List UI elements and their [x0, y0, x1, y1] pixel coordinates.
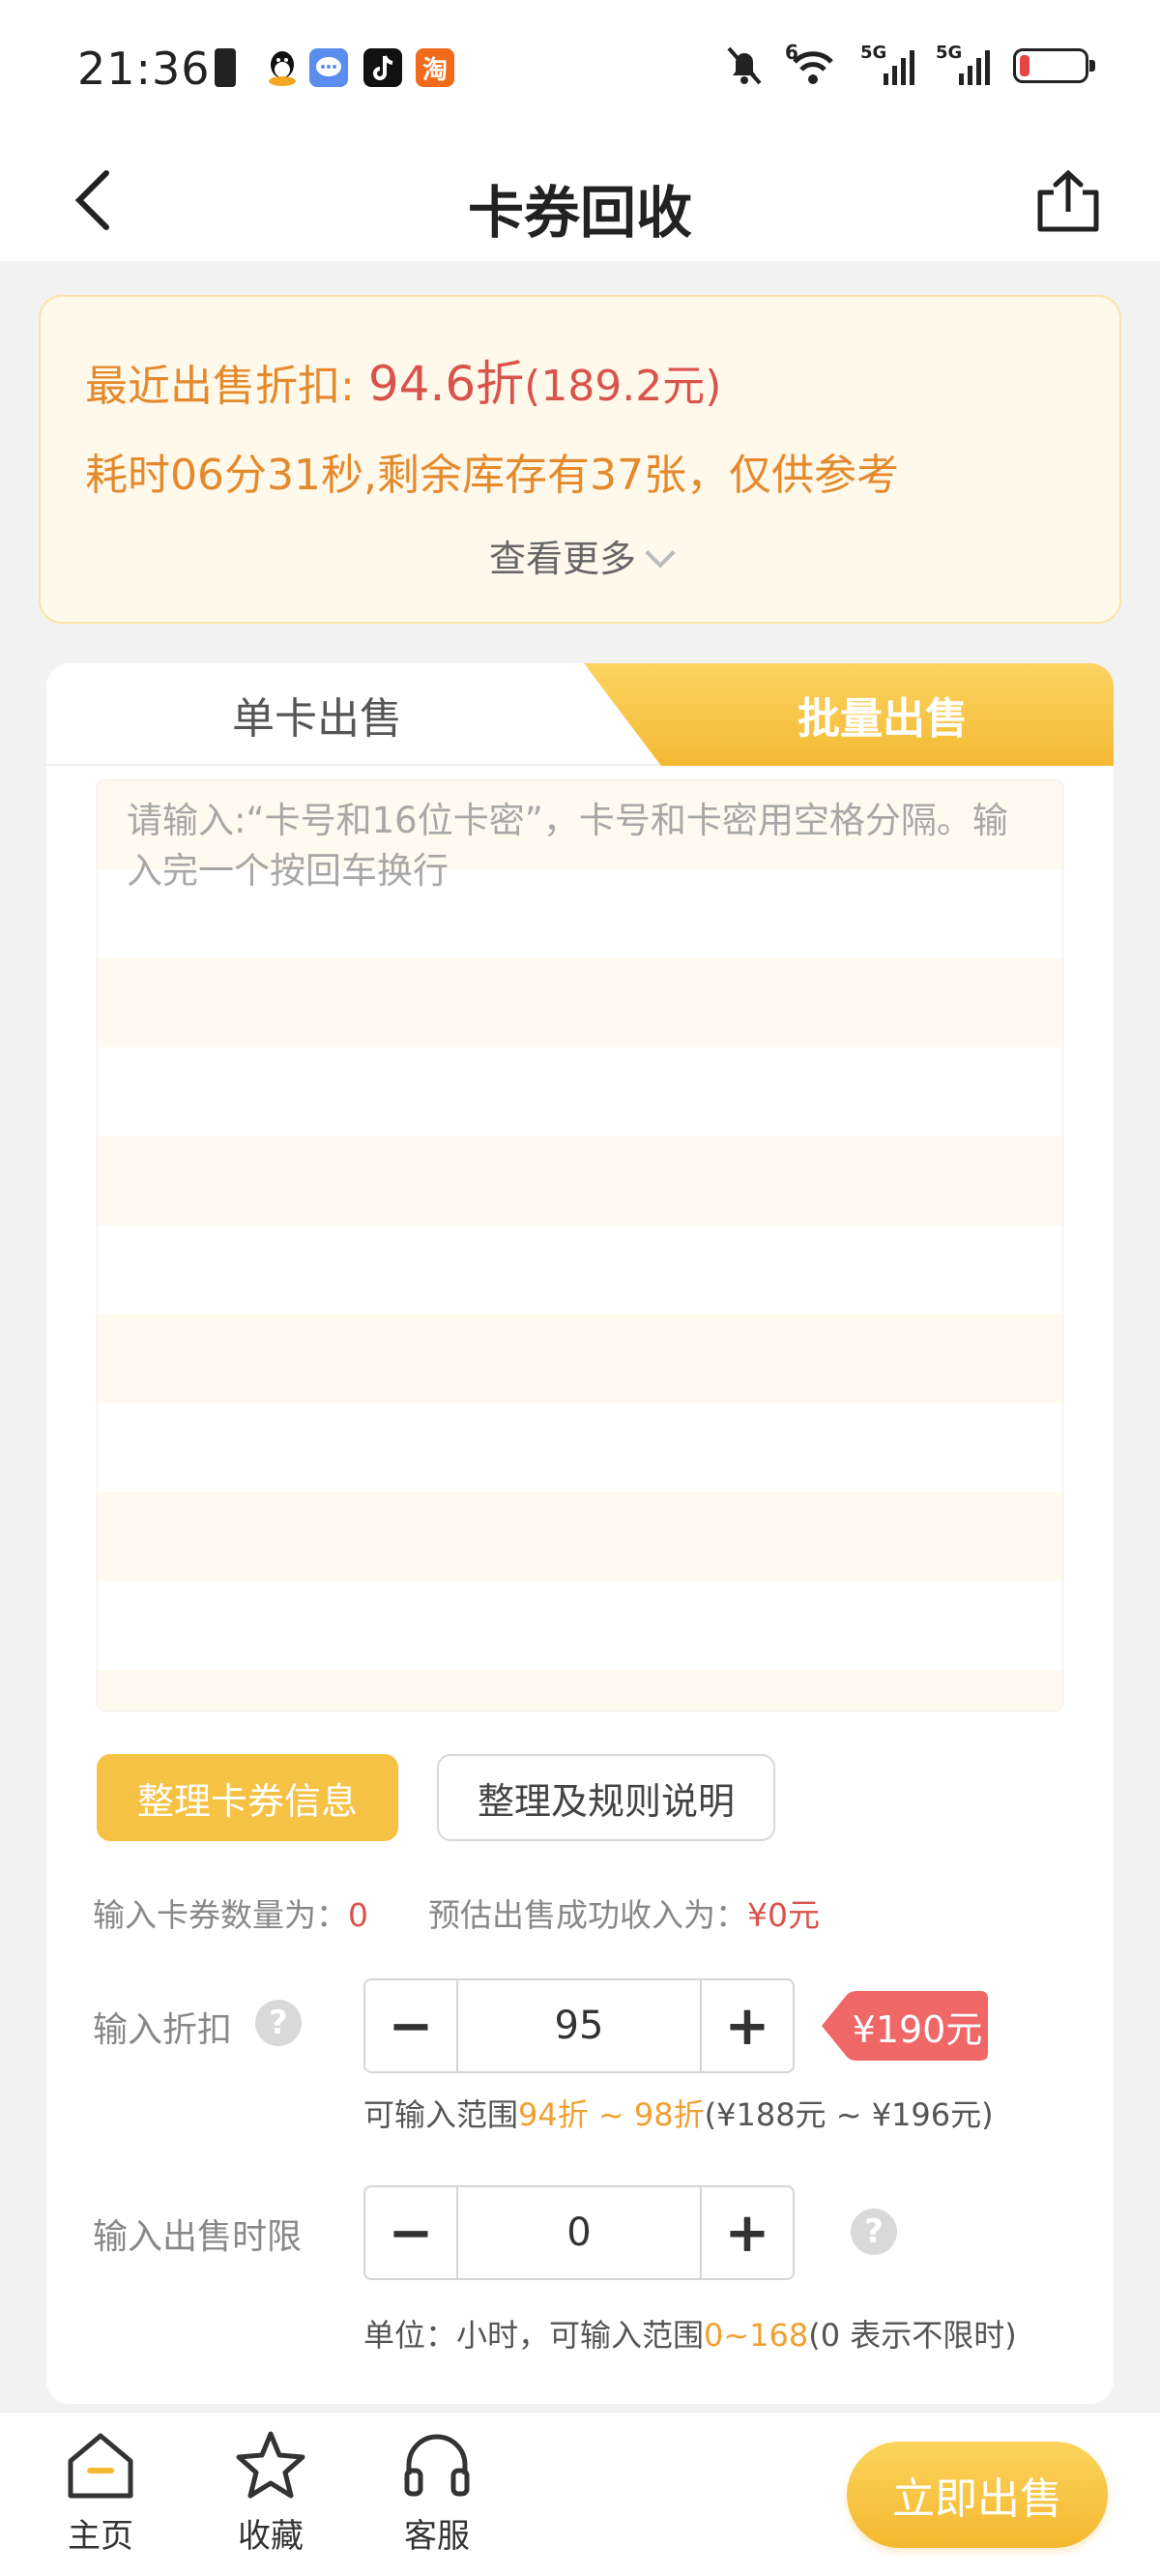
- discount-hint-suffix: (¥188元 ~ ¥196元): [704, 2096, 994, 2133]
- income-label: 预估出售成功收入为：: [428, 1896, 747, 1934]
- sell-form-card: 单卡出售 批量出售 整理卡券信息 整理及规则说明 输入卡券数量为：0预估出售成功…: [46, 663, 1114, 2404]
- time-limit-stepper: − 0 +: [363, 2185, 795, 2280]
- price-value: ¥190元: [852, 2007, 983, 2051]
- income-value: ¥0元: [747, 1896, 820, 1934]
- sell-mode-tabs: 单卡出售 批量出售: [46, 663, 1114, 766]
- recent-discount-label: 最近出售折扣:: [85, 362, 355, 411]
- status-time: 21:36: [77, 43, 211, 95]
- page-title: 卡券回收: [467, 180, 692, 246]
- nav-label-favorites: 收藏: [238, 2517, 304, 2556]
- discount-hint: 可输入范围94折 ~ 98折(¥188元 ~ ¥196元): [363, 2091, 994, 2135]
- discount-plus-button[interactable]: +: [700, 1980, 793, 2071]
- time-limit-minus-button[interactable]: −: [365, 2187, 458, 2278]
- tab-batch-sale[interactable]: 批量出售: [584, 663, 1114, 766]
- signal-icon: 5G: [860, 43, 916, 85]
- discount-stepper: − 95 +: [363, 1978, 795, 2073]
- battery-icon: [1013, 48, 1095, 83]
- status-bar: 21:36 淘 6 5G 5G: [0, 0, 1160, 140]
- sell-now-button[interactable]: 立即出售: [847, 2442, 1108, 2548]
- question-icon[interactable]: ?: [255, 2000, 302, 2046]
- recent-discount-amount: (189.2元): [524, 362, 722, 411]
- count-value: 0: [348, 1896, 368, 1934]
- chevron-down-icon: [645, 538, 676, 569]
- time-limit-plus-button[interactable]: +: [700, 2187, 793, 2278]
- headset-icon: [404, 2434, 470, 2497]
- batch-summary: 输入卡券数量为：0 预估出售成功收入为：¥0元: [93, 1889, 820, 1936]
- discount-hint-prefix: 可输入范围: [363, 2096, 519, 2133]
- nav-item-service[interactable]: 客服: [379, 2428, 495, 2573]
- tab-single-sale[interactable]: 单卡出售: [46, 663, 588, 766]
- signal-icon: 5G: [936, 43, 992, 85]
- bottom-nav: 主页 收藏 客服 立即出售: [0, 2412, 1160, 2576]
- time-limit-hint: 单位：小时，可输入范围0~168(0 表示不限时): [363, 2311, 1017, 2356]
- mute-bell-icon: [727, 46, 762, 85]
- message-icon: [309, 48, 348, 87]
- count-label: 输入卡券数量为：: [93, 1896, 348, 1934]
- time-limit-label: 输入出售时限: [93, 2217, 303, 2257]
- discount-minus-button[interactable]: −: [365, 1980, 458, 2071]
- recent-discount-value: 94.6折: [367, 356, 525, 412]
- rules-button[interactable]: 整理及规则说明: [437, 1754, 775, 1841]
- wifi-icon: 6: [785, 41, 841, 87]
- tab-batch-label: 批量出售: [798, 694, 968, 744]
- time-limit-hint-prefix: 单位：小时，可输入范围: [363, 2317, 705, 2354]
- time-limit-input[interactable]: 0: [458, 2187, 700, 2278]
- see-more-link[interactable]: 查看更多: [41, 529, 1119, 582]
- discount-hint-range: 94折 ~ 98折: [518, 2096, 705, 2133]
- nav-label-home: 主页: [68, 2517, 133, 2556]
- qq-icon: [263, 48, 302, 87]
- discount-label: 输入折扣: [93, 2010, 233, 2050]
- question-icon[interactable]: ?: [851, 2209, 897, 2255]
- price-badge: ¥190元: [822, 1991, 988, 2061]
- home-icon: [68, 2433, 133, 2499]
- share-button[interactable]: [1027, 160, 1110, 243]
- card-batch-input[interactable]: [98, 780, 1062, 1711]
- time-limit-hint-range: 0~168: [704, 2317, 809, 2354]
- nav-label-service: 客服: [404, 2517, 470, 2556]
- star-icon: [236, 2431, 305, 2499]
- batch-input-area: [97, 779, 1063, 1712]
- nav-item-favorites[interactable]: 收藏: [213, 2428, 329, 2573]
- see-more-label: 查看更多: [488, 538, 636, 580]
- nav-item-home[interactable]: 主页: [43, 2428, 159, 2573]
- taobao-icon: 淘: [416, 48, 454, 87]
- recent-sale-detail: 耗时06分31秒,剩余库存有37张，仅供参考: [85, 451, 899, 500]
- organize-cards-button[interactable]: 整理卡券信息: [97, 1754, 398, 1841]
- page-header: 卡券回收: [0, 140, 1160, 261]
- recent-discount-line: 最近出售折扣: 94.6折(189.2元): [85, 345, 721, 415]
- recent-sale-notice: 最近出售折扣: 94.6折(189.2元) 耗时06分31秒,剩余库存有37张，…: [39, 295, 1121, 624]
- battery-alert-icon: [215, 48, 236, 87]
- share-icon: [1037, 169, 1099, 232]
- tiktok-icon: [363, 48, 402, 87]
- time-limit-hint-suffix: (0 表示不限时): [808, 2317, 1017, 2354]
- discount-input[interactable]: 95: [458, 1980, 700, 2071]
